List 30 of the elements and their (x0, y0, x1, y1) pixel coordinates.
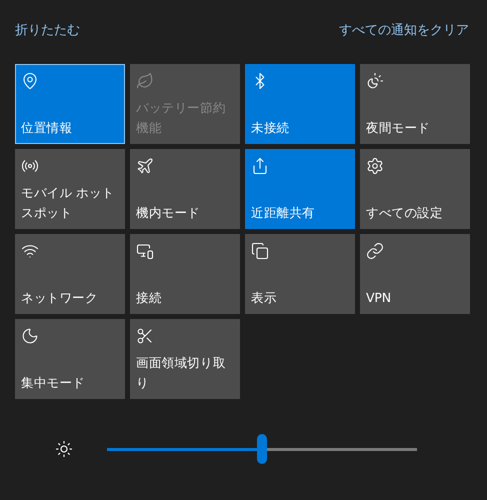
sun-icon (55, 440, 73, 458)
leaf-icon (136, 72, 154, 90)
airplane-icon (136, 157, 154, 175)
quick-action-tile[interactable]: 画面領域切り取り (130, 319, 240, 399)
settings-icon (366, 157, 384, 175)
quick-action-tile[interactable]: 夜間モード (360, 64, 470, 144)
share-icon (251, 157, 269, 175)
pin-icon (21, 72, 39, 90)
collapse-link[interactable]: 折りたたむ (15, 21, 80, 39)
antenna-icon (21, 157, 39, 175)
quick-action-tile[interactable]: 接続 (130, 234, 240, 314)
quick-action-tile[interactable]: すべての設定 (360, 149, 470, 229)
quick-action-tile[interactable]: 位置情報 (15, 64, 125, 144)
quick-action-tile[interactable]: 集中モード (15, 319, 125, 399)
sun-icon (366, 72, 384, 90)
scissors-icon (136, 327, 154, 345)
link-icon (366, 242, 384, 260)
monitors-icon (251, 242, 269, 260)
quick-action-tile[interactable]: 近距離共有 (245, 149, 355, 229)
moon-icon (21, 327, 39, 345)
quick-action-tile[interactable]: 表示 (245, 234, 355, 314)
clear-all-link[interactable]: すべての通知をクリア (339, 21, 469, 39)
quick-action-tile[interactable]: 機内モード (130, 149, 240, 229)
quick-action-tile[interactable]: VPN (360, 234, 470, 314)
quick-action-tile[interactable]: ネットワーク (15, 234, 125, 314)
brightness-slider[interactable] (107, 434, 417, 464)
slider-thumb[interactable] (257, 434, 267, 464)
quick-action-tile[interactable]: 未接続 (245, 64, 355, 144)
quick-action-tile[interactable]: モバイル ホットスポット (15, 149, 125, 229)
devices-icon (136, 242, 154, 260)
